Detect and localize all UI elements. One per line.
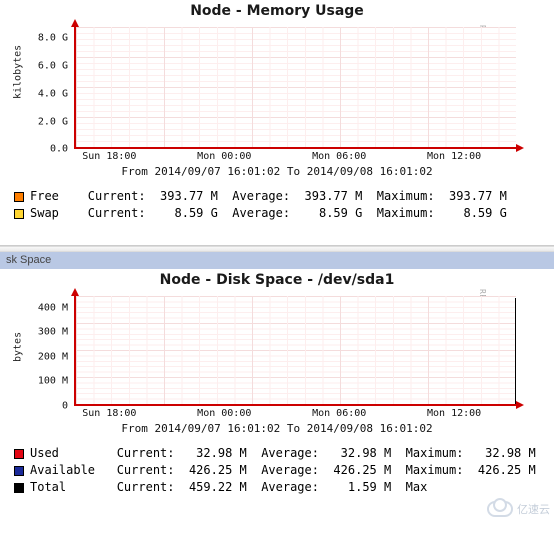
legend-row-swap: Swap Current: 8.59 G Average: 8.59 G Max… [14,205,554,222]
x-tick: Mon 12:00 [427,151,481,162]
memory-chart: kilobytes RRDTOOL / TOBI OETIKER 8.0 G6.… [12,23,538,163]
disk-x-ticks: Sun 18:00 Mon 00:00 Mon 06:00 Mon 12:00 [74,408,516,420]
memory-y-ticks: 8.0 G6.0 G4.0 G2.0 G0.0 [26,27,72,149]
y-tick: 6.0 G [26,61,68,72]
y-tick: 100 M [26,375,68,386]
x-tick: Mon 12:00 [427,408,481,419]
disk-time-range: From 2014/09/07 16:01:02 To 2014/09/08 1… [0,420,554,441]
legend-swatch [14,449,24,459]
legend-text: Total Current: 459.22 M Average: 1.59 M … [30,479,427,496]
memory-chart-title: Node - Memory Usage [0,0,554,23]
disk-plot-area [74,296,516,406]
legend-text: Free Current: 393.77 M Average: 393.77 M… [30,188,507,205]
legend-row-used: Used Current: 32.98 M Average: 32.98 M M… [14,445,554,462]
memory-plot-area [74,27,516,149]
legend-swatch [14,483,24,493]
disk-panel: Node - Disk Space - /dev/sda1 bytes RRDT… [0,269,554,549]
legend-swatch [14,466,24,476]
legend-swatch [14,192,24,202]
y-tick: 8.0 G [26,32,68,43]
y-tick: 300 M [26,327,68,338]
legend-row-total: Total Current: 459.22 M Average: 1.59 M … [14,479,554,496]
disk-y-ticks: 400 M300 M200 M100 M0 [26,296,72,406]
disk-legend: Used Current: 32.98 M Average: 32.98 M M… [0,441,554,502]
legend-text: Used Current: 32.98 M Average: 32.98 M M… [30,445,536,462]
disk-total-line [515,298,516,404]
memory-legend: Free Current: 393.77 M Average: 393.77 M… [0,184,554,228]
legend-text: Swap Current: 8.59 G Average: 8.59 G Max… [30,205,507,222]
x-tick: Mon 06:00 [312,408,366,419]
y-tick: 0.0 [26,144,68,155]
y-tick: 2.0 G [26,117,68,128]
memory-x-ticks: Sun 18:00 Mon 00:00 Mon 06:00 Mon 12:00 [74,151,516,163]
x-tick: Mon 00:00 [197,408,251,419]
memory-time-range: From 2014/09/07 16:01:02 To 2014/09/08 1… [0,163,554,184]
disk-section-header[interactable]: sk Space [0,252,554,269]
legend-text: Available Current: 426.25 M Average: 426… [30,462,536,479]
y-tick: 200 M [26,351,68,362]
watermark-text: 亿速云 [517,501,550,517]
y-tick: 400 M [26,303,68,314]
x-tick: Sun 18:00 [82,151,136,162]
memory-y-axis-label: kilobytes [13,87,24,99]
legend-swatch [14,209,24,219]
memory-panel: Node - Memory Usage kilobytes RRDTOOL / … [0,0,554,246]
watermark: 亿速云 [487,501,550,517]
x-tick: Sun 18:00 [82,408,136,419]
x-tick: Mon 06:00 [312,151,366,162]
y-tick: 0 [26,401,68,412]
cloud-icon [487,501,513,517]
x-tick: Mon 00:00 [197,151,251,162]
disk-chart-title: Node - Disk Space - /dev/sda1 [0,269,554,292]
disk-chart: bytes RRDTOOL / TOBI OETIKER 400 M300 M2… [12,292,538,420]
y-tick: 4.0 G [26,89,68,100]
legend-row-available: Available Current: 426.25 M Average: 426… [14,462,554,479]
disk-y-axis-label: bytes [13,350,24,362]
legend-row-free: Free Current: 393.77 M Average: 393.77 M… [14,188,554,205]
